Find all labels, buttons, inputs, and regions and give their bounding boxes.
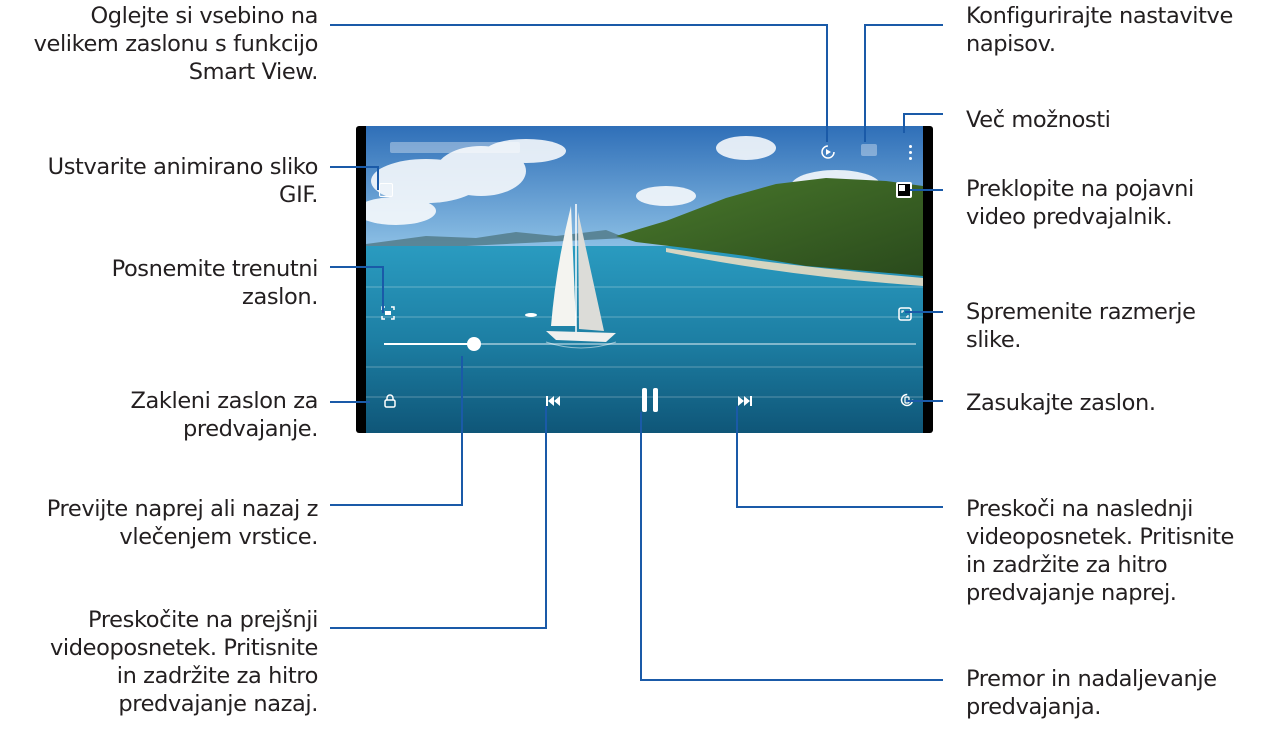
leader-gif <box>330 166 379 190</box>
leader-seek <box>330 356 463 506</box>
leader-previous <box>330 406 547 629</box>
leader-next <box>736 406 943 508</box>
leader-capture <box>330 266 384 313</box>
leader-smart-view <box>330 24 828 142</box>
leader-pause <box>640 412 943 681</box>
leader-more-options <box>903 113 943 133</box>
leader-lines <box>330 24 943 681</box>
